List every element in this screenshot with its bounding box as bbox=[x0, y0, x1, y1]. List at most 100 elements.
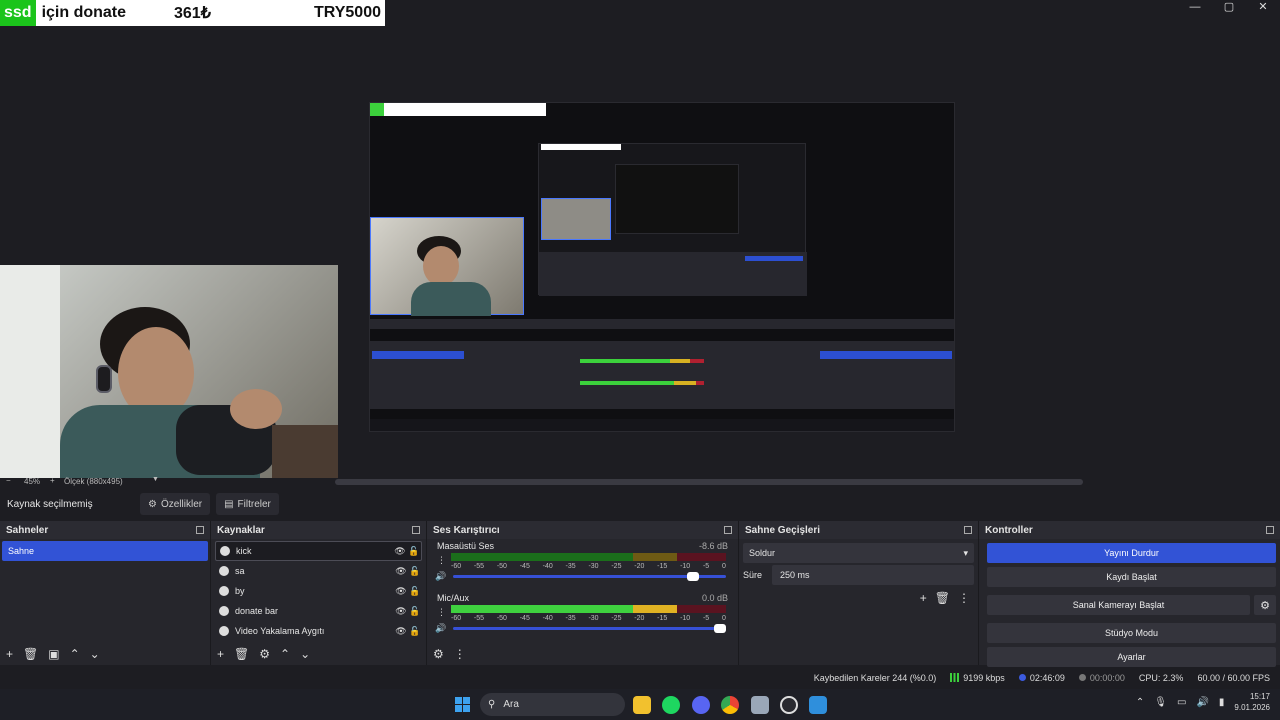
gear-icon[interactable]: ⚙ bbox=[259, 647, 270, 661]
source-item-by[interactable]: by 👁 🔓 bbox=[215, 581, 422, 601]
channel-menu-icon[interactable]: ⋮ bbox=[437, 555, 446, 566]
more-icon[interactable]: ⋮ bbox=[958, 591, 970, 605]
properties-button[interactable]: ⚙ Özellikler bbox=[140, 493, 211, 515]
stream-time: 02:46:09 bbox=[1018, 673, 1065, 683]
source-item-donate-bar[interactable]: donate bar 👁 🔓 bbox=[215, 601, 422, 621]
controls-title: Kontroller bbox=[985, 524, 1033, 536]
source-item-sa[interactable]: sa 👁 🔓 bbox=[215, 561, 422, 581]
trash-icon[interactable]: 🗑 bbox=[23, 647, 38, 661]
transition-select[interactable]: Soldur ▾ bbox=[743, 543, 974, 563]
filters-button[interactable]: ▤ Filtreler bbox=[216, 493, 279, 515]
eye-icon[interactable]: 👁 bbox=[394, 566, 408, 577]
source-name: Video Yakalama Aygıtı bbox=[235, 626, 325, 636]
virtualcam-settings-button[interactable]: ⚙ bbox=[1254, 595, 1276, 615]
transition-actions: + 🗑 ⋮ bbox=[920, 591, 970, 605]
window-controls: — ▢ ✕ bbox=[1178, 0, 1280, 14]
arrow-down-icon[interactable]: ⌄ bbox=[300, 647, 310, 661]
lock-icon[interactable]: 🔓 bbox=[408, 626, 422, 637]
gear-icon: ⚙ bbox=[1260, 599, 1270, 612]
volume-knob[interactable] bbox=[686, 572, 699, 581]
clock-date: 9.01.2026 bbox=[1234, 703, 1270, 712]
settings-button[interactable]: Ayarlar bbox=[987, 647, 1276, 667]
system-tray: ⌃ 🎙 ▭ 🔊 ▮ 15:17 9.01.2026 bbox=[1136, 691, 1270, 713]
zoom-in-button[interactable]: + bbox=[50, 476, 55, 485]
scene-item[interactable]: Sahne bbox=[2, 541, 208, 561]
obs-icon[interactable] bbox=[780, 696, 798, 714]
zoom-out-button[interactable]: − bbox=[6, 476, 11, 485]
chrome-icon[interactable] bbox=[721, 696, 739, 714]
microphone-icon[interactable]: 🎙 bbox=[1154, 697, 1167, 708]
duration-input[interactable]: 250 ms bbox=[772, 565, 974, 585]
lock-icon[interactable]: 🔓 bbox=[408, 566, 422, 577]
record-time: 00:00:00 bbox=[1078, 673, 1125, 683]
discord-icon[interactable] bbox=[692, 696, 710, 714]
eye-icon[interactable]: 👁 bbox=[394, 626, 408, 637]
battery-icon[interactable]: ▮ bbox=[1219, 697, 1225, 708]
sources-footer: + 🗑 ⚙ ⌃ ⌄ bbox=[211, 643, 426, 665]
source-item-kick[interactable]: kick 👁 🔓 bbox=[215, 541, 422, 561]
meter-tick: -45 bbox=[519, 563, 530, 570]
preview-area[interactable] bbox=[0, 14, 1280, 478]
lock-icon[interactable]: 🔓 bbox=[408, 606, 422, 617]
scenes-dock: Sahneler Sahne + 🗑 ▣ ⌃ ⌄ bbox=[0, 521, 211, 665]
eye-icon[interactable]: 👁 bbox=[393, 546, 407, 557]
close-button[interactable]: ✕ bbox=[1246, 0, 1280, 14]
file-explorer-icon[interactable] bbox=[633, 696, 651, 714]
chevron-up-icon[interactable]: ⌃ bbox=[1136, 697, 1144, 708]
dock-menu-icon[interactable] bbox=[1266, 526, 1274, 534]
status-bar: Kaybedilen Kareler 244 (%0.0) 9199 kbps … bbox=[0, 667, 1280, 689]
stop-stream-button[interactable]: Yayını Durdur bbox=[987, 543, 1276, 563]
dock-menu-icon[interactable] bbox=[412, 526, 420, 534]
arrow-down-icon[interactable]: ⌄ bbox=[90, 647, 100, 661]
channel-menu-icon[interactable]: ⋮ bbox=[437, 607, 446, 618]
start-virtualcam-button[interactable]: Sanal Kamerayı Başlat bbox=[987, 595, 1250, 615]
meter-tick: -15 bbox=[657, 563, 668, 570]
arrow-up-icon[interactable]: ⌃ bbox=[70, 647, 80, 661]
volume-slider[interactable] bbox=[453, 624, 726, 633]
dock-menu-icon[interactable] bbox=[724, 526, 732, 534]
minimize-button[interactable]: — bbox=[1178, 0, 1212, 14]
clock[interactable]: 15:17 9.01.2026 bbox=[1234, 691, 1270, 713]
monitor-icon[interactable]: ▭ bbox=[1177, 697, 1186, 708]
studio-mode-button[interactable]: Stüdyo Modu bbox=[987, 623, 1276, 643]
signal-icon bbox=[950, 673, 960, 682]
add-icon[interactable]: + bbox=[920, 591, 927, 605]
trash-icon[interactable]: 🗑 bbox=[935, 591, 950, 605]
windows-start-icon[interactable] bbox=[455, 697, 470, 712]
scale-value[interactable]: Ölçek (880x495) bbox=[64, 477, 123, 486]
trash-icon[interactable]: 🗑 bbox=[234, 647, 249, 661]
chevron-down-icon[interactable]: ▼ bbox=[152, 476, 159, 483]
taskbar-search[interactable]: ⚲ Ara bbox=[480, 693, 625, 716]
horizontal-scrollbar[interactable] bbox=[335, 479, 1083, 485]
speaker-icon[interactable]: 🔊 bbox=[435, 571, 446, 582]
volume-slider[interactable] bbox=[453, 572, 726, 581]
start-record-button[interactable]: Kaydı Başlat bbox=[987, 567, 1276, 587]
nested-donate-bar bbox=[370, 103, 546, 116]
dock-menu-icon[interactable] bbox=[964, 526, 972, 534]
mixer-header: Ses Karıştırıcı bbox=[427, 521, 738, 539]
arrow-up-icon[interactable]: ⌃ bbox=[280, 647, 290, 661]
app-icon[interactable] bbox=[809, 696, 827, 714]
speaker-icon[interactable]: 🔊 bbox=[435, 623, 446, 634]
add-icon[interactable]: + bbox=[6, 647, 13, 661]
dock-menu-icon[interactable] bbox=[196, 526, 204, 534]
source-list: kick 👁 🔓 sa 👁 🔓 by 👁 🔓 donate bar 👁 🔓 Vi… bbox=[211, 541, 426, 641]
lock-icon[interactable]: 🔓 bbox=[407, 546, 421, 557]
source-item-video-capture[interactable]: Video Yakalama Aygıtı 👁 🔓 bbox=[215, 621, 422, 641]
lock-icon[interactable]: 🔓 bbox=[408, 586, 422, 597]
filter-icon[interactable]: ▣ bbox=[48, 647, 59, 661]
source-toolbar: Kaynak seçilmemiş ⚙ Özellikler ▤ Filtrel… bbox=[0, 492, 1280, 516]
add-icon[interactable]: + bbox=[217, 647, 224, 661]
eye-icon[interactable]: 👁 bbox=[394, 606, 408, 617]
volume-knob[interactable] bbox=[714, 624, 726, 633]
spotify-icon[interactable] bbox=[662, 696, 680, 714]
donate-amount: 361₺ bbox=[174, 5, 211, 22]
gear-icon[interactable]: ⚙ bbox=[433, 647, 444, 661]
meter-tick: -25 bbox=[611, 563, 622, 570]
more-icon[interactable]: ⋮ bbox=[454, 647, 466, 661]
maximize-button[interactable]: ▢ bbox=[1212, 0, 1246, 14]
duration-row: Süre 250 ms bbox=[743, 565, 974, 585]
volume-icon[interactable]: 🔊 bbox=[1196, 697, 1208, 708]
eye-icon[interactable]: 👁 bbox=[394, 586, 408, 597]
steam-icon[interactable] bbox=[751, 696, 769, 714]
